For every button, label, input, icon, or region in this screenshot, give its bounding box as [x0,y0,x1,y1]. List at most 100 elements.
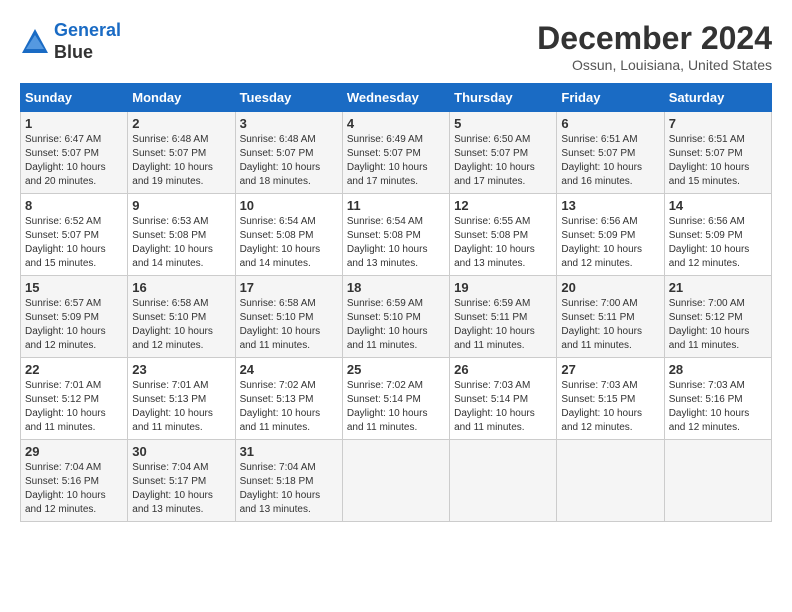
day-detail: Sunrise: 6:48 AM Sunset: 5:07 PM Dayligh… [240,133,338,189]
calendar-cell: 7 Sunrise: 6:51 AM Sunset: 5:07 PM Daylig… [664,112,771,194]
weekday-tuesday: Tuesday [235,84,342,112]
calendar-week-4: 22 Sunrise: 7:01 AM Sunset: 5:12 PM Dayli… [21,358,772,440]
calendar-cell: 23Sunrise: 7:01 AM Sunset: 5:13 PM Dayli… [128,358,235,440]
day-number: 13 [561,198,659,213]
calendar-cell: 14Sunrise: 6:56 AM Sunset: 5:09 PM Dayli… [664,194,771,276]
day-number: 20 [561,280,659,295]
weekday-sunday: Sunday [21,84,128,112]
calendar-cell: 25 Sunrise: 7:02 AM Sunset: 5:14 PM Dayli… [342,358,449,440]
day-number: 22 [25,362,123,377]
calendar-cell: 8 Sunrise: 6:52 AM Sunset: 5:07 PM Daylig… [21,194,128,276]
calendar-week-2: 8 Sunrise: 6:52 AM Sunset: 5:07 PM Daylig… [21,194,772,276]
calendar-cell [557,440,664,522]
calendar-week-1: 1Sunrise: 6:47 AM Sunset: 5:07 PM Daylig… [21,112,772,194]
calendar-cell: 24 Sunrise: 7:02 AM Sunset: 5:13 PM Dayli… [235,358,342,440]
day-number: 28 [669,362,767,377]
day-detail: Sunrise: 6:58 AM Sunset: 5:10 PM Dayligh… [240,297,338,353]
calendar-body: 1Sunrise: 6:47 AM Sunset: 5:07 PM Daylig… [21,112,772,522]
day-number: 2 [132,116,230,131]
day-detail: Sunrise: 7:02 AM Sunset: 5:14 PM Dayligh… [347,379,445,435]
day-number: 3 [240,116,338,131]
calendar-cell: 30Sunrise: 7:04 AM Sunset: 5:17 PM Dayli… [128,440,235,522]
day-detail: Sunrise: 6:55 AM Sunset: 5:08 PM Dayligh… [454,215,552,271]
calendar-cell [450,440,557,522]
day-number: 4 [347,116,445,131]
calendar-cell: 3 Sunrise: 6:48 AM Sunset: 5:07 PM Daylig… [235,112,342,194]
day-number: 31 [240,444,338,459]
day-detail: Sunrise: 6:59 AM Sunset: 5:11 PM Dayligh… [454,297,552,353]
calendar-cell: 21 Sunrise: 7:00 AM Sunset: 5:12 PM Dayli… [664,276,771,358]
day-number: 8 [25,198,123,213]
day-detail: Sunrise: 6:50 AM Sunset: 5:07 PM Dayligh… [454,133,552,189]
calendar-week-5: 29 Sunrise: 7:04 AM Sunset: 5:16 PM Dayli… [21,440,772,522]
day-number: 29 [25,444,123,459]
day-detail: Sunrise: 6:54 AM Sunset: 5:08 PM Dayligh… [240,215,338,271]
day-detail: Sunrise: 7:04 AM Sunset: 5:16 PM Dayligh… [25,461,123,517]
calendar-cell: 22 Sunrise: 7:01 AM Sunset: 5:12 PM Dayli… [21,358,128,440]
day-number: 17 [240,280,338,295]
day-number: 11 [347,198,445,213]
day-number: 27 [561,362,659,377]
day-number: 12 [454,198,552,213]
day-number: 14 [669,198,767,213]
calendar-cell: 11 Sunrise: 6:54 AM Sunset: 5:08 PM Dayli… [342,194,449,276]
calendar-cell: 5 Sunrise: 6:50 AM Sunset: 5:07 PM Daylig… [450,112,557,194]
day-detail: Sunrise: 6:51 AM Sunset: 5:07 PM Dayligh… [561,133,659,189]
calendar-cell: 2 Sunrise: 6:48 AM Sunset: 5:07 PM Daylig… [128,112,235,194]
day-number: 5 [454,116,552,131]
day-detail: Sunrise: 7:00 AM Sunset: 5:11 PM Dayligh… [561,297,659,353]
day-detail: Sunrise: 7:03 AM Sunset: 5:15 PM Dayligh… [561,379,659,435]
title-block: December 2024 Ossun, Louisiana, United S… [537,20,772,73]
page-header: General Blue December 2024 Ossun, Louisi… [20,20,772,73]
day-detail: Sunrise: 7:01 AM Sunset: 5:12 PM Dayligh… [25,379,123,435]
day-detail: Sunrise: 6:56 AM Sunset: 5:09 PM Dayligh… [561,215,659,271]
location: Ossun, Louisiana, United States [537,57,772,73]
calendar-cell: 28 Sunrise: 7:03 AM Sunset: 5:16 PM Dayli… [664,358,771,440]
day-number: 30 [132,444,230,459]
day-detail: Sunrise: 6:58 AM Sunset: 5:10 PM Dayligh… [132,297,230,353]
day-number: 18 [347,280,445,295]
day-number: 15 [25,280,123,295]
calendar-cell: 27 Sunrise: 7:03 AM Sunset: 5:15 PM Dayli… [557,358,664,440]
day-detail: Sunrise: 7:01 AM Sunset: 5:13 PM Dayligh… [132,379,230,435]
day-detail: Sunrise: 6:48 AM Sunset: 5:07 PM Dayligh… [132,133,230,189]
day-number: 1 [25,116,123,131]
calendar-cell: 13 Sunrise: 6:56 AM Sunset: 5:09 PM Dayli… [557,194,664,276]
day-number: 24 [240,362,338,377]
day-number: 9 [132,198,230,213]
day-number: 16 [132,280,230,295]
day-number: 7 [669,116,767,131]
weekday-monday: Monday [128,84,235,112]
day-detail: Sunrise: 6:52 AM Sunset: 5:07 PM Dayligh… [25,215,123,271]
logo-text: General Blue [54,20,121,63]
calendar-cell [342,440,449,522]
day-detail: Sunrise: 7:03 AM Sunset: 5:16 PM Dayligh… [669,379,767,435]
day-detail: Sunrise: 7:00 AM Sunset: 5:12 PM Dayligh… [669,297,767,353]
calendar-cell: 15 Sunrise: 6:57 AM Sunset: 5:09 PM Dayli… [21,276,128,358]
weekday-header-row: SundayMondayTuesdayWednesdayThursdayFrid… [21,84,772,112]
calendar-cell: 17 Sunrise: 6:58 AM Sunset: 5:10 PM Dayli… [235,276,342,358]
day-detail: Sunrise: 6:59 AM Sunset: 5:10 PM Dayligh… [347,297,445,353]
day-number: 6 [561,116,659,131]
day-detail: Sunrise: 6:53 AM Sunset: 5:08 PM Dayligh… [132,215,230,271]
calendar-cell: 20 Sunrise: 7:00 AM Sunset: 5:11 PM Dayli… [557,276,664,358]
calendar-cell: 4 Sunrise: 6:49 AM Sunset: 5:07 PM Daylig… [342,112,449,194]
day-detail: Sunrise: 6:51 AM Sunset: 5:07 PM Dayligh… [669,133,767,189]
calendar-cell: 18 Sunrise: 6:59 AM Sunset: 5:10 PM Dayli… [342,276,449,358]
calendar-cell: 26Sunrise: 7:03 AM Sunset: 5:14 PM Dayli… [450,358,557,440]
day-number: 21 [669,280,767,295]
day-detail: Sunrise: 7:03 AM Sunset: 5:14 PM Dayligh… [454,379,552,435]
calendar-cell: 31Sunrise: 7:04 AM Sunset: 5:18 PM Dayli… [235,440,342,522]
calendar-cell: 6 Sunrise: 6:51 AM Sunset: 5:07 PM Daylig… [557,112,664,194]
logo-icon [20,27,50,57]
day-detail: Sunrise: 6:54 AM Sunset: 5:08 PM Dayligh… [347,215,445,271]
calendar-week-3: 15 Sunrise: 6:57 AM Sunset: 5:09 PM Dayli… [21,276,772,358]
day-number: 25 [347,362,445,377]
day-detail: Sunrise: 6:57 AM Sunset: 5:09 PM Dayligh… [25,297,123,353]
day-detail: Sunrise: 7:02 AM Sunset: 5:13 PM Dayligh… [240,379,338,435]
weekday-wednesday: Wednesday [342,84,449,112]
calendar-cell: 1Sunrise: 6:47 AM Sunset: 5:07 PM Daylig… [21,112,128,194]
day-detail: Sunrise: 6:49 AM Sunset: 5:07 PM Dayligh… [347,133,445,189]
logo-line2: Blue [54,42,121,64]
weekday-friday: Friday [557,84,664,112]
